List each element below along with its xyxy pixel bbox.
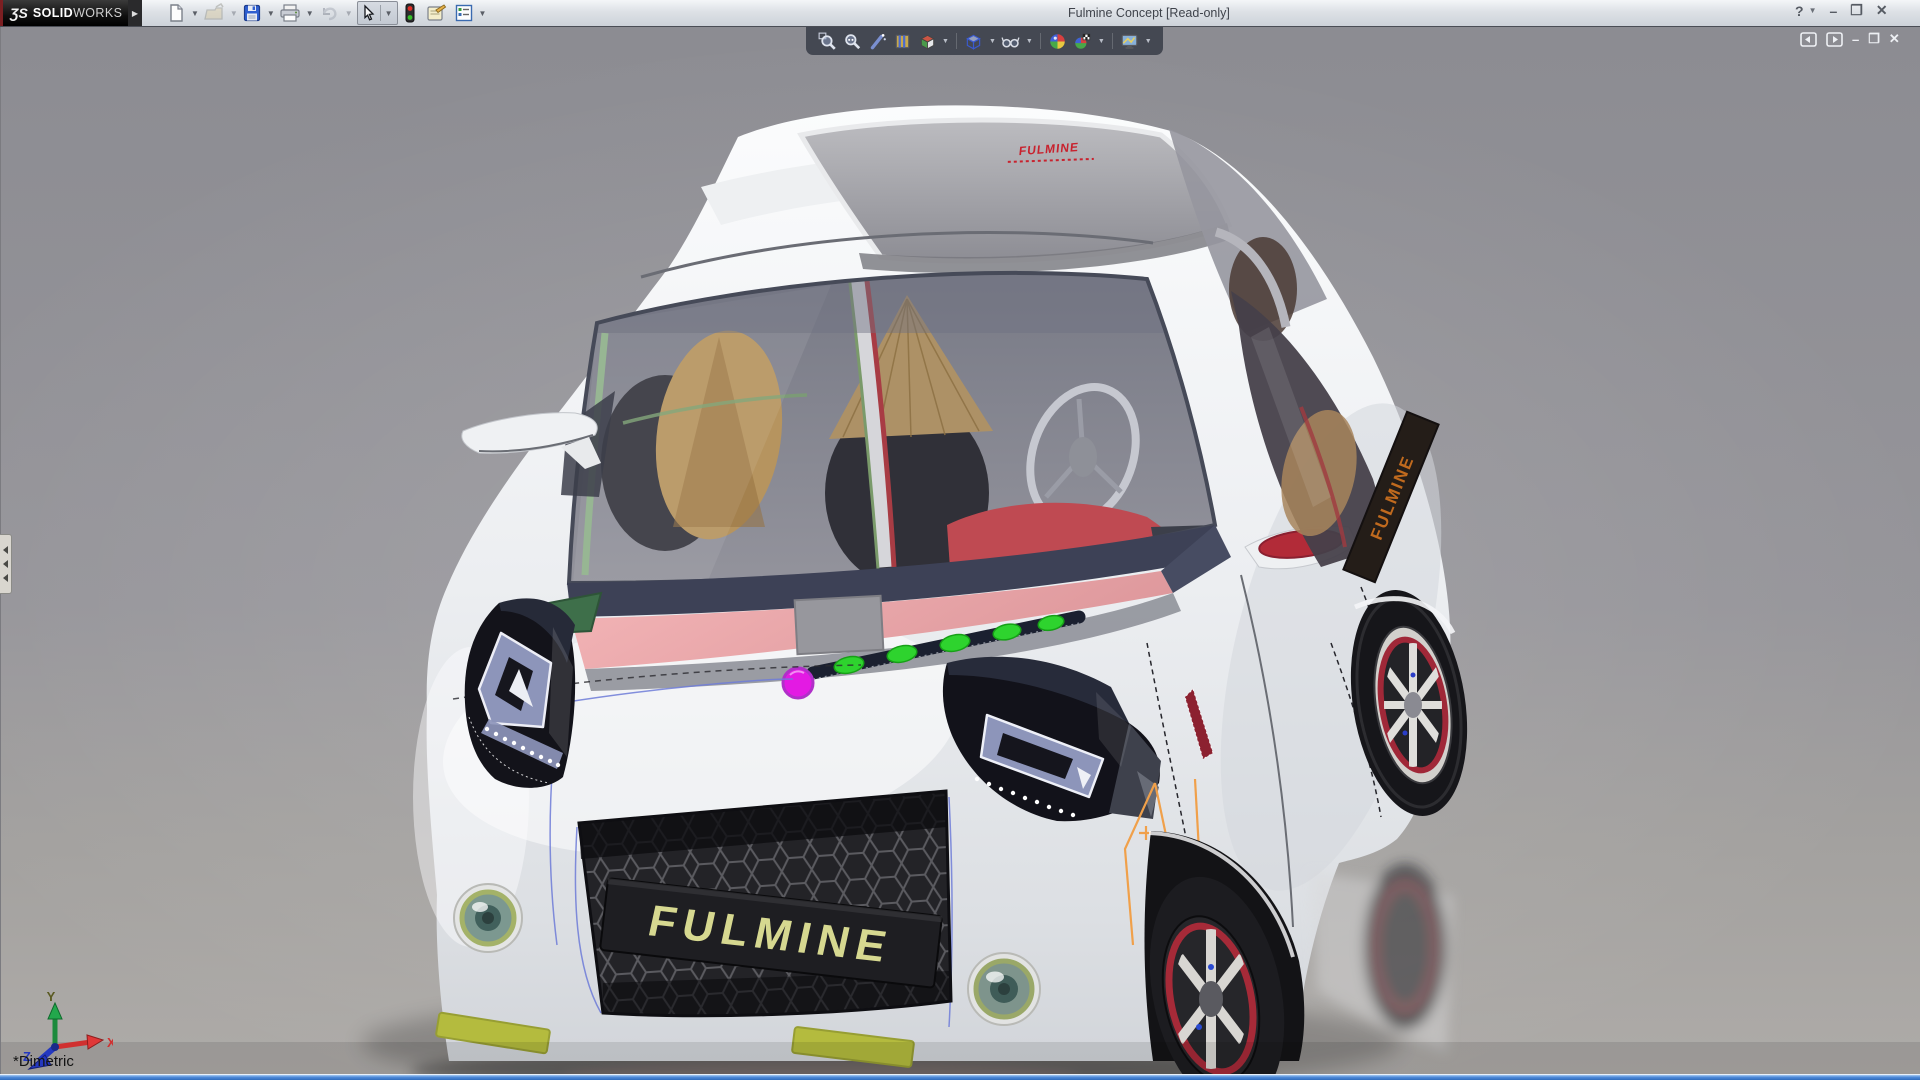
new-document-icon	[166, 3, 186, 23]
collapse-pane-left-button[interactable]	[1800, 32, 1817, 47]
eyeglasses-icon	[1001, 32, 1020, 51]
viewport-3d-model[interactable]: FULMINE	[1, 27, 1920, 1074]
options-list-button[interactable]	[454, 3, 474, 23]
save-dropdown[interactable]: ▼	[267, 9, 275, 18]
solidworks-window: ƷS SOLID WORKS ▶ ▼ ▼	[0, 0, 1920, 1080]
hud-separator	[956, 33, 957, 49]
apply-scene-button[interactable]	[1072, 29, 1094, 53]
restore-button[interactable]: ❐	[1850, 2, 1863, 19]
options-dropdown[interactable]: ▼	[479, 9, 487, 18]
open-button[interactable]	[203, 3, 225, 23]
apply-scene-icon	[1073, 32, 1092, 51]
window-title: Fulmine Concept [Read-only]	[1068, 6, 1230, 20]
view-orientation-button[interactable]	[916, 29, 938, 53]
collapse-pane-right-button[interactable]	[1826, 32, 1843, 47]
rotate-view-icon	[868, 32, 887, 51]
new-button[interactable]	[166, 3, 186, 23]
view-settings-icon	[1120, 32, 1139, 51]
brand-name-bold: SOLID	[33, 6, 73, 20]
fog-light-right[interactable]	[968, 953, 1040, 1025]
menu-expand-button[interactable]: ▶	[128, 0, 142, 26]
new-dropdown[interactable]: ▼	[191, 9, 199, 18]
view-settings-button[interactable]	[1119, 29, 1141, 53]
notebook-pencil-icon	[425, 3, 447, 23]
undo-arrow-icon	[318, 3, 340, 23]
zoom-to-area-icon	[843, 32, 862, 51]
display-style-dropdown[interactable]: ▼	[989, 38, 996, 45]
standard-toolbar: ▼ ▼ ▼	[166, 0, 490, 26]
headlight-left[interactable]	[465, 598, 575, 787]
view-settings-dropdown[interactable]: ▼	[1145, 38, 1152, 45]
brand-name-light: WORKS	[73, 6, 122, 20]
hide-show-dropdown[interactable]: ▼	[1026, 38, 1033, 45]
edit-appearance-button[interactable]	[1047, 29, 1069, 53]
select-cursor-icon	[360, 4, 378, 22]
display-style-icon	[964, 32, 983, 51]
doc-restore-button[interactable]: ❐	[1868, 31, 1880, 47]
chevron-left-icon	[3, 574, 8, 582]
view-orientation-icon	[918, 32, 937, 51]
zoom-to-fit-button[interactable]	[816, 29, 838, 53]
open-folder-icon	[203, 3, 225, 23]
3ds-logo-icon: ƷS	[10, 5, 28, 21]
triad-y-label: Y	[47, 989, 56, 1004]
feature-tree-collapsed-tab[interactable]	[0, 534, 12, 594]
undo-dropdown[interactable]: ▼	[345, 9, 353, 18]
doc-close-button[interactable]: ✕	[1889, 31, 1900, 47]
stoplight-button[interactable]	[404, 3, 416, 23]
chevron-left-icon	[3, 546, 8, 554]
zoom-to-area-button[interactable]	[841, 29, 863, 53]
minimize-button[interactable]: –	[1829, 3, 1837, 19]
fog-light-left[interactable]	[454, 884, 522, 952]
appearance-ball-icon	[1048, 32, 1067, 51]
hide-show-items-button[interactable]	[1000, 29, 1022, 53]
section-view-button[interactable]	[891, 29, 913, 53]
view-orientation-label: *Dimetric	[13, 1053, 74, 1070]
open-dropdown[interactable]: ▼	[230, 9, 238, 18]
select-dropdown[interactable]: ▼	[380, 5, 393, 21]
selection-point-magenta[interactable]	[783, 668, 813, 698]
help-button[interactable]: ?	[1795, 3, 1804, 19]
select-button[interactable]: ▼	[357, 1, 398, 25]
headsup-view-toolbar: ▼ ▼ ▼	[806, 27, 1163, 55]
hud-separator	[1112, 33, 1113, 49]
window-edge-accent	[0, 0, 3, 26]
chevron-left-icon	[3, 560, 8, 568]
solidworks-logo: ƷS SOLID WORKS	[0, 0, 128, 26]
view-orientation-dropdown[interactable]: ▼	[942, 38, 949, 45]
section-view-icon	[893, 32, 912, 51]
document-window-controls: – ❐ ✕	[1800, 31, 1900, 47]
help-dropdown[interactable]: ▼	[1809, 6, 1817, 15]
design-binder-button[interactable]	[425, 3, 447, 23]
printer-icon	[279, 3, 301, 23]
undo-button[interactable]	[318, 3, 340, 23]
graphics-viewport[interactable]: FULMINE	[0, 27, 1920, 1074]
doc-minimize-button[interactable]: –	[1852, 32, 1859, 47]
hud-separator	[1040, 33, 1041, 49]
save-button[interactable]	[242, 3, 262, 23]
stoplight-icon	[404, 3, 416, 23]
titlebar: ƷS SOLID WORKS ▶ ▼ ▼	[0, 0, 1920, 27]
cowl-vent-block	[795, 596, 884, 654]
zoom-to-fit-icon	[818, 32, 837, 51]
print-button[interactable]	[279, 3, 301, 23]
save-floppy-icon	[242, 3, 262, 23]
status-bar-edge	[0, 1074, 1920, 1080]
floor-darkening	[1, 1042, 1920, 1074]
display-style-button[interactable]	[963, 29, 985, 53]
print-dropdown[interactable]: ▼	[306, 9, 314, 18]
triad-x-label: X	[107, 1035, 113, 1050]
titlebar-window-controls: ? ▼ – ❐ ✕	[1795, 2, 1888, 19]
checklist-icon	[454, 3, 474, 23]
rotate-view-button[interactable]	[866, 29, 888, 53]
apply-scene-dropdown[interactable]: ▼	[1098, 38, 1105, 45]
close-button[interactable]: ✕	[1876, 2, 1888, 19]
